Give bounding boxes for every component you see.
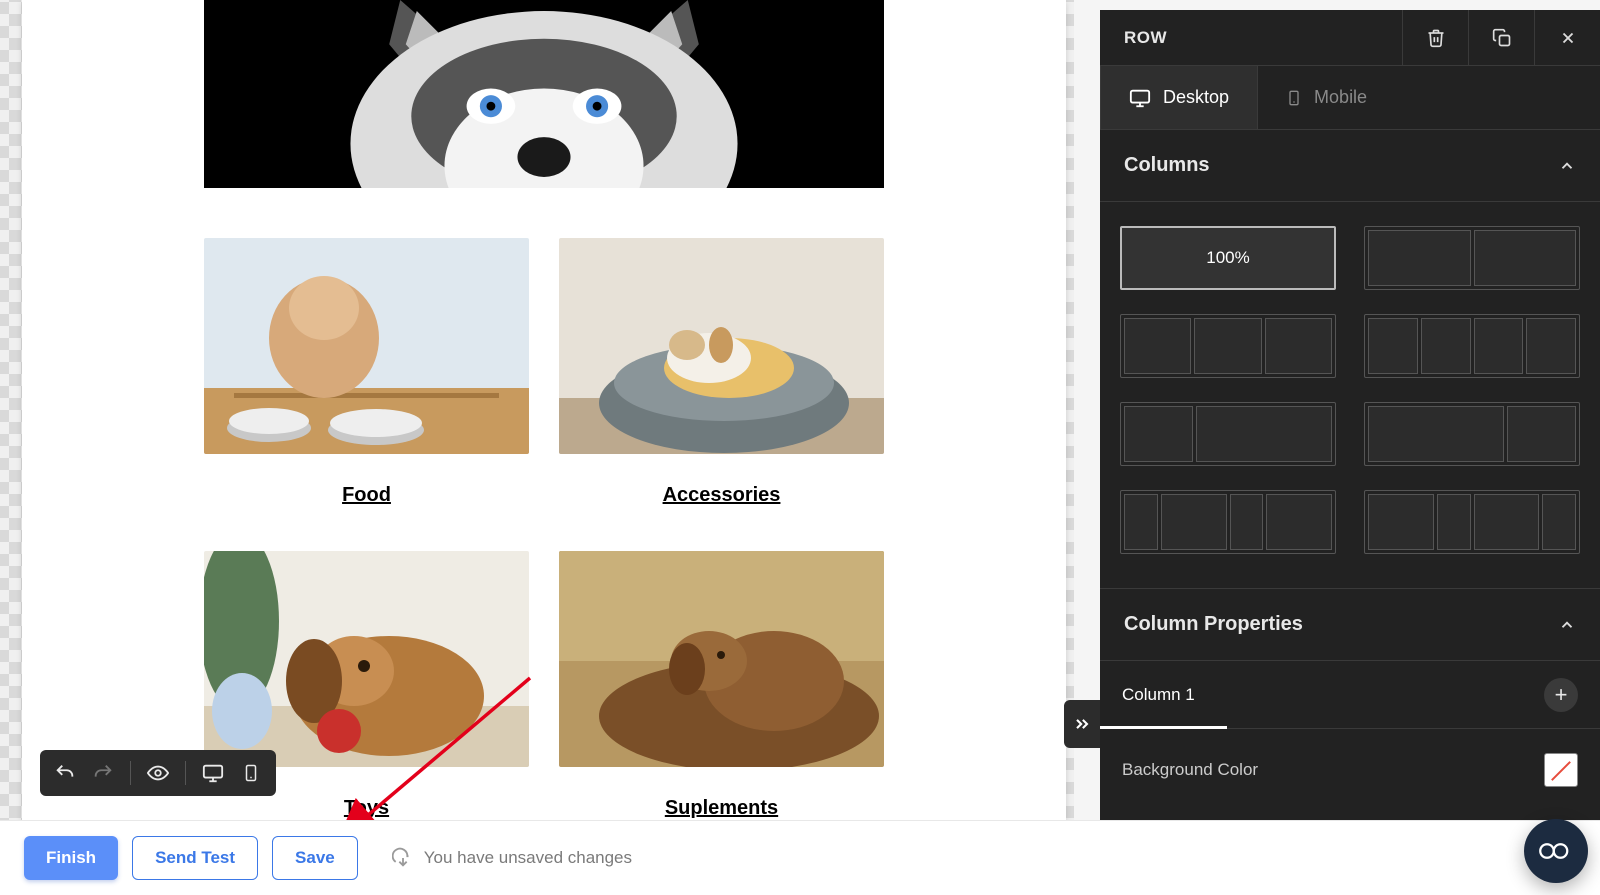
category-link-toys[interactable]: Toys xyxy=(344,797,389,820)
layout-2col[interactable] xyxy=(1364,226,1580,290)
category-grid: Food Accessories xyxy=(204,238,884,820)
add-column-button[interactable]: + xyxy=(1544,678,1578,712)
send-test-button[interactable]: Send Test xyxy=(132,836,258,880)
canvas-toolbar xyxy=(40,750,276,796)
category-link-accessories[interactable]: Accessories xyxy=(663,484,781,507)
bg-color-label: Background Color xyxy=(1122,760,1258,780)
category-link-supplements[interactable]: Suplements xyxy=(665,797,778,820)
chat-icon xyxy=(1538,839,1574,863)
editor-canvas[interactable]: Food Accessories xyxy=(0,0,1074,820)
unsaved-text: You have unsaved changes xyxy=(424,848,632,868)
email-body[interactable]: Food Accessories xyxy=(22,0,1066,820)
expand-sidebar-button[interactable] xyxy=(1064,700,1100,748)
tab-desktop-label: Desktop xyxy=(1163,87,1229,108)
layout-1-2-1-2[interactable] xyxy=(1120,490,1336,554)
column-tab-1[interactable]: Column 1 xyxy=(1122,661,1199,728)
layout-1col[interactable]: 100% xyxy=(1120,226,1336,290)
delete-row-button[interactable] xyxy=(1402,10,1468,66)
properties-sidebar: ROW Desktop Mobile Columns xyxy=(1100,10,1600,820)
finish-button[interactable]: Finish xyxy=(24,836,118,880)
cloud-icon xyxy=(392,847,414,869)
redo-icon xyxy=(92,762,114,784)
category-card-accessories[interactable]: Accessories xyxy=(559,238,884,551)
layout-1-2[interactable] xyxy=(1120,402,1336,466)
section-columns-label: Columns xyxy=(1124,154,1210,177)
category-image xyxy=(204,551,529,767)
prop-background-color: Background Color xyxy=(1100,729,1600,787)
column-layout-grid: 100% xyxy=(1100,202,1600,589)
layout-2-1[interactable] xyxy=(1364,402,1580,466)
chevron-up-icon xyxy=(1558,157,1576,175)
section-column-props-label: Column Properties xyxy=(1124,613,1303,636)
hero-image[interactable] xyxy=(204,0,884,188)
help-fab[interactable] xyxy=(1524,819,1588,883)
section-columns-header[interactable]: Columns xyxy=(1100,130,1600,202)
bg-color-swatch[interactable] xyxy=(1544,753,1578,787)
close-sidebar-button[interactable] xyxy=(1534,10,1600,66)
duplicate-row-button[interactable] xyxy=(1468,10,1534,66)
category-link-food[interactable]: Food xyxy=(342,484,391,507)
column-tabs: Column 1 + xyxy=(1100,661,1600,729)
save-button[interactable]: Save xyxy=(272,836,358,880)
unsaved-indicator: You have unsaved changes xyxy=(392,847,632,869)
sidebar-header: ROW xyxy=(1100,10,1600,66)
category-image xyxy=(559,551,884,767)
sidebar-title: ROW xyxy=(1124,28,1402,48)
chevron-up-icon xyxy=(1558,616,1576,634)
layout-2-1-2-1[interactable] xyxy=(1364,490,1580,554)
section-column-props-header[interactable]: Column Properties xyxy=(1100,589,1600,661)
undo-icon[interactable] xyxy=(54,762,76,784)
tab-desktop[interactable]: Desktop xyxy=(1100,66,1258,129)
category-card-supplements[interactable]: Suplements xyxy=(559,551,884,820)
category-card-food[interactable]: Food xyxy=(204,238,529,551)
bottom-action-bar: Finish Send Test Save You have unsaved c… xyxy=(0,820,1600,895)
device-tabs: Desktop Mobile xyxy=(1100,66,1600,130)
layout-4col[interactable] xyxy=(1364,314,1580,378)
category-image xyxy=(559,238,884,454)
category-image xyxy=(204,238,529,454)
desktop-view-icon[interactable] xyxy=(202,762,224,784)
mobile-view-icon[interactable] xyxy=(240,762,262,784)
tab-mobile[interactable]: Mobile xyxy=(1258,66,1395,129)
layout-3col[interactable] xyxy=(1120,314,1336,378)
preview-icon[interactable] xyxy=(147,762,169,784)
tab-mobile-label: Mobile xyxy=(1314,87,1367,108)
